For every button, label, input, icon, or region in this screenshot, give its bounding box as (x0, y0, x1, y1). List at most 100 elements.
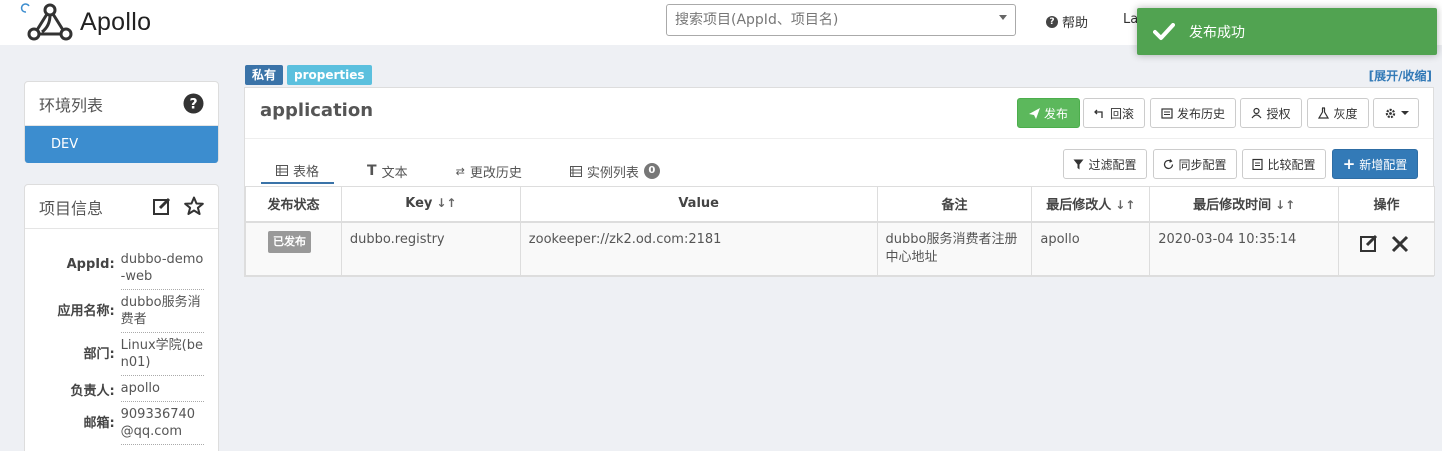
instances-count-badge: 0 (643, 163, 660, 179)
env-list-header: 环境列表 ? (25, 82, 218, 126)
info-row-appid: AppId: dubbo-demo-web (25, 247, 218, 290)
logo-text: Apollo (80, 7, 152, 36)
namespace-panel: application 发布 回滚 发布历史 授权 灰度 表格 T 文本 ⇄ 更… (244, 87, 1435, 277)
project-info-list: AppId: dubbo-demo-web 应用名称: dubbo服务消费者 部… (25, 229, 218, 445)
info-label: 部门: (83, 347, 115, 362)
info-row-app-name: 应用名称: dubbo服务消费者 (25, 290, 218, 333)
project-search[interactable] (666, 4, 1016, 36)
tab-table[interactable]: 表格 (261, 158, 335, 184)
flask-icon (1318, 107, 1330, 119)
tab-change-history[interactable]: ⇄ 更改历史 (441, 158, 537, 184)
sort-icon[interactable]: ↓↑ (1275, 198, 1295, 212)
clipboard-icon (1252, 158, 1264, 170)
settings-dropdown-button[interactable] (1373, 98, 1419, 128)
rollback-icon (1094, 109, 1103, 118)
text-icon: T (367, 163, 377, 179)
tab-instances[interactable]: 实例列表 0 (555, 158, 675, 184)
tab-instances-label: 实例列表 (586, 165, 639, 181)
edit-icon[interactable] (1359, 233, 1379, 253)
filter-icon (1073, 159, 1084, 169)
table-header-row: 发布状态 Key ↓↑ Value 备注 最后修改人 ↓↑ 最后修改时间 ↓↑ 操作 (245, 186, 1435, 223)
compare-config-label: 比较配置 (1267, 157, 1316, 172)
info-label: AppId: (66, 257, 115, 272)
namespace-title: application (260, 100, 374, 121)
star-icon[interactable] (184, 196, 204, 216)
user-icon (1252, 107, 1262, 119)
cell-comment: dubbo服务消费者注册中心地址 (876, 221, 1033, 276)
env-item-dev[interactable]: DEV (25, 126, 218, 163)
tab-text[interactable]: T 文本 (352, 158, 423, 184)
history-icon (1161, 108, 1173, 119)
cell-ops (1338, 221, 1435, 276)
sync-config-label: 同步配置 (1178, 157, 1227, 172)
rollback-button[interactable]: 回滚 (1083, 98, 1145, 128)
gear-icon (1385, 108, 1395, 118)
info-value: 909336740@qq.com (120, 402, 204, 445)
language-switch[interactable]: La (1123, 12, 1138, 27)
info-row-owner: 负责人: apollo (25, 376, 218, 402)
config-table: 发布状态 Key ↓↑ Value 备注 最后修改人 ↓↑ 最后修改时间 ↓↑ 操作 … (245, 186, 1435, 276)
sort-icon[interactable]: ↓↑ (1115, 198, 1135, 212)
success-toast[interactable]: 发布成功 (1137, 8, 1437, 55)
info-value: Linux学院(ben01) (120, 333, 204, 376)
rollback-label: 回滚 (1109, 106, 1134, 121)
svg-text:?: ? (189, 97, 197, 113)
gray-release-label: 灰度 (1333, 106, 1358, 121)
edit-icon[interactable] (152, 196, 172, 216)
col-key[interactable]: Key ↓↑ (340, 186, 521, 223)
close-icon[interactable] (1391, 235, 1409, 253)
swap-icon: ⇄ (455, 164, 465, 178)
toast-message: 发布成功 (1189, 24, 1245, 41)
namespace-tags: 私有 properties (245, 65, 372, 85)
apollo-logo[interactable]: Apollo (20, 2, 151, 42)
send-icon (1028, 107, 1040, 119)
compare-config-button[interactable]: 比较配置 (1242, 149, 1326, 179)
apollo-logo-icon (20, 3, 73, 41)
panel-divider (245, 138, 1433, 139)
col-comment: 备注 (876, 186, 1033, 223)
filter-config-label: 过滤配置 (1088, 157, 1137, 172)
cell-value: zookeeper://zk2.od.com:2181 (519, 221, 878, 276)
publish-history-button[interactable]: 发布历史 (1150, 98, 1236, 128)
question-circle-icon[interactable]: ? (183, 93, 204, 114)
cell-status: 已发布 (245, 221, 342, 276)
tab-table-label: 表格 (293, 164, 320, 180)
tag-format: properties (287, 65, 372, 85)
info-value: dubbo-demo-web (120, 247, 204, 290)
tab-text-label: 文本 (381, 165, 408, 181)
plus-icon: + (1342, 155, 1356, 173)
checkmark-icon (1153, 22, 1175, 40)
col-modified-time[interactable]: 最后修改时间 ↓↑ (1149, 186, 1340, 223)
sort-icon[interactable]: ↓↑ (436, 196, 456, 210)
tab-change-history-label: 更改历史 (469, 165, 522, 181)
cell-modified-time: 2020-03-04 10:35:14 (1149, 221, 1340, 276)
project-info-panel: 项目信息 AppId: dubbo-demo-web 应用名称: dubbo服务… (24, 184, 219, 451)
col-modifier[interactable]: 最后修改人 ↓↑ (1031, 186, 1151, 223)
cell-modifier: apollo (1031, 221, 1151, 276)
env-list-panel: 环境列表 ? DEV (24, 81, 219, 163)
env-list-title: 环境列表 (39, 95, 104, 115)
sync-config-button[interactable]: 同步配置 (1153, 149, 1237, 179)
gray-release-button[interactable]: 灰度 (1307, 98, 1369, 128)
view-tabs: 表格 T 文本 ⇄ 更改历史 实例列表 0 (261, 158, 693, 184)
project-info-header: 项目信息 (25, 185, 218, 229)
col-status: 发布状态 (245, 186, 342, 223)
tag-private: 私有 (245, 65, 284, 85)
grant-label: 授权 (1266, 106, 1291, 121)
publish-history-label: 发布历史 (1176, 106, 1225, 121)
add-config-label: 新增配置 (1359, 157, 1408, 172)
publish-button[interactable]: 发布 (1017, 98, 1080, 128)
help-label: 帮助 (1062, 16, 1089, 31)
chevron-down-icon[interactable] (999, 15, 1007, 20)
add-config-button[interactable]: + 新增配置 (1332, 149, 1418, 179)
help-link[interactable]: ? 帮助 (1046, 12, 1088, 31)
question-circle-icon: ? (1046, 15, 1058, 28)
search-input[interactable] (667, 5, 987, 35)
publish-label: 发布 (1043, 106, 1068, 121)
filter-config-button[interactable]: 过滤配置 (1063, 149, 1147, 179)
info-value: dubbo服务消费者 (120, 290, 204, 333)
grant-button[interactable]: 授权 (1240, 98, 1302, 128)
info-label: 负责人: (70, 384, 115, 399)
expand-collapse-link[interactable]: [展开/收缩] (1369, 67, 1432, 84)
info-row-department: 部门: Linux学院(ben01) (25, 333, 218, 376)
